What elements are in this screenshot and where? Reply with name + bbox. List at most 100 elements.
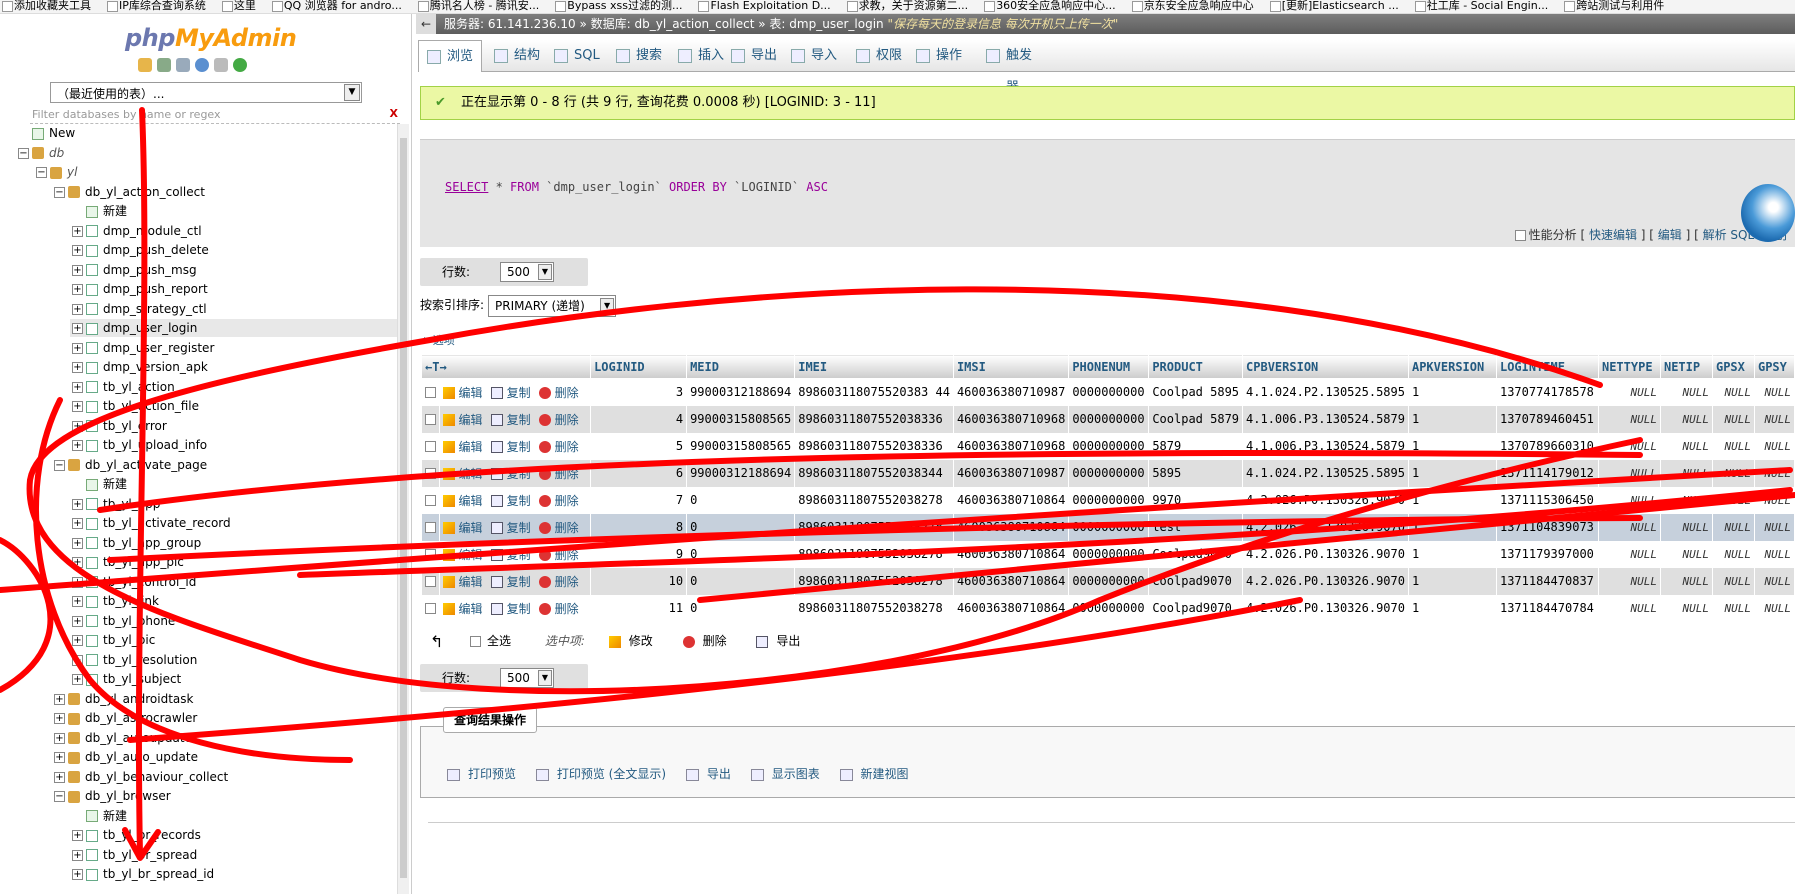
rows-select[interactable]: 500 ▼: [500, 668, 554, 688]
table-cell[interactable]: NULL: [1712, 486, 1755, 514]
collapse-icon[interactable]: −: [18, 147, 29, 159]
collapse-icon[interactable]: −: [54, 459, 65, 471]
bookmark-link[interactable]: IP库综合查询系统: [105, 0, 206, 12]
tab-4[interactable]: 插入: [670, 40, 730, 72]
copy-row-link[interactable]: 复制: [490, 548, 531, 562]
help-icon[interactable]: [195, 58, 209, 72]
table-cell[interactable]: Coolpad9070: [1148, 567, 1244, 595]
table-cell[interactable]: 460036380710864: [953, 567, 1070, 595]
bulk-export-button[interactable]: 导出: [756, 634, 800, 648]
expand-icon[interactable]: +: [54, 771, 65, 783]
table-cell[interactable]: 99000312188694: [686, 378, 796, 406]
collapse-icon[interactable]: −: [36, 167, 47, 178]
display-chart-link[interactable]: 显示图表: [750, 767, 820, 781]
tree-item-label[interactable]: tb_yl_link: [103, 594, 159, 608]
table-cell[interactable]: test: [1148, 513, 1244, 541]
table-cell[interactable]: NULL: [1660, 486, 1713, 514]
column-header[interactable]: MEID: [686, 354, 796, 379]
table-cell[interactable]: 99000315808565: [686, 405, 796, 433]
table-cell[interactable]: 1: [1408, 486, 1497, 514]
tree-item-label[interactable]: New: [49, 126, 75, 140]
tree-item-label[interactable]: tb_yl_br_spread: [103, 848, 197, 862]
table-cell[interactable]: 5879: [1148, 432, 1244, 460]
table-cell[interactable]: 1: [1408, 405, 1497, 433]
tree-item-label[interactable]: db_yl_action_collect: [85, 185, 205, 199]
table-cell[interactable]: 0000000000: [1068, 378, 1150, 406]
edit-row-link[interactable]: 编辑: [442, 386, 483, 400]
expand-icon[interactable]: +: [72, 264, 83, 276]
expand-icon[interactable]: +: [72, 323, 83, 334]
edit-row-link[interactable]: 编辑: [442, 548, 483, 562]
table-cell[interactable]: 9970: [1148, 486, 1244, 514]
column-header[interactable]: PHONENUM: [1068, 354, 1150, 379]
table-cell[interactable]: 0000000000: [1068, 405, 1150, 433]
table-cell[interactable]: 0000000000: [1068, 459, 1150, 487]
tab-0[interactable]: 浏览: [418, 40, 482, 72]
tree-item-label[interactable]: tb_yl_resolution: [103, 653, 197, 667]
tree-item-label[interactable]: tb_yl_action: [103, 380, 175, 394]
tab-7[interactable]: 权限: [848, 40, 908, 72]
tree-item[interactable]: − db: [18, 144, 64, 162]
edit-sql-link[interactable]: 编辑: [1658, 228, 1682, 242]
column-header[interactable]: CPBVERSION: [1242, 354, 1409, 379]
table-cell[interactable]: 99000315808565: [686, 432, 796, 460]
table-cell[interactable]: 460036380710864: [953, 513, 1070, 541]
expand-icon[interactable]: +: [72, 869, 83, 880]
table-cell[interactable]: 89860311807552038336: [794, 432, 954, 460]
delete-row-link[interactable]: 删除: [538, 386, 579, 400]
expand-icon[interactable]: +: [72, 381, 83, 393]
tree-item-label[interactable]: dmp_module_ctl: [103, 224, 202, 238]
tree-item[interactable]: + dmp_version_apk: [72, 358, 208, 376]
tree-item-label[interactable]: yl: [67, 165, 77, 179]
bookmark-link[interactable]: 360安全应急响应中心...: [982, 0, 1116, 12]
expand-icon[interactable]: +: [72, 849, 83, 861]
table-cell[interactable]: NULL: [1660, 513, 1713, 541]
tree-item[interactable]: + tb_yl_phone: [72, 612, 175, 630]
table-cell[interactable]: 4: [590, 405, 688, 433]
column-header[interactable]: NETIP: [1659, 354, 1713, 379]
breadcrumb-table[interactable]: dmp_user_login: [789, 17, 883, 31]
tree-item[interactable]: + tb_yl_error: [72, 417, 167, 435]
table-cell[interactable]: 0: [686, 567, 796, 595]
tree-item[interactable]: + tb_yl_br_records: [72, 826, 201, 844]
table-cell[interactable]: 4.2.026.P0.130326.9070: [1242, 594, 1409, 622]
table-cell[interactable]: 0000000000: [1068, 540, 1150, 568]
tree-item[interactable]: + tb_yl_app_pic: [72, 553, 184, 571]
tree-item-label[interactable]: 新建: [103, 477, 127, 491]
expand-icon[interactable]: +: [72, 635, 83, 646]
table-cell[interactable]: 1371114179012: [1496, 459, 1599, 487]
tree-item-label[interactable]: db_yl_activate_page: [85, 458, 207, 472]
expand-icon[interactable]: +: [72, 401, 83, 412]
table-cell[interactable]: 1: [1408, 432, 1497, 460]
tree-item-label[interactable]: db_yl_behaviour_collect: [85, 770, 228, 784]
edit-row-link[interactable]: 编辑: [442, 521, 483, 535]
tab-6[interactable]: 导入: [783, 40, 843, 72]
table-cell[interactable]: 0000000000: [1068, 513, 1150, 541]
tree-item[interactable]: + tb_yl_upload_info: [72, 436, 207, 454]
table-cell[interactable]: 0: [686, 513, 796, 541]
bookmark-link[interactable]: 求教，关于资源第二...: [845, 0, 968, 12]
bookmark-link[interactable]: 腾讯名人榜 - 腾讯安...: [416, 0, 539, 12]
tree-item[interactable]: + tb_yl_br_spread: [72, 846, 197, 864]
tree-item[interactable]: + db_yl_autoupdate: [54, 729, 192, 747]
bookmark-link[interactable]: [更新]Elasticsearch ...: [1268, 0, 1399, 12]
table-cell[interactable]: 1: [1408, 513, 1497, 541]
expand-icon[interactable]: +: [72, 518, 83, 529]
sort-index-select[interactable]: PRIMARY (递增) ▼: [488, 294, 617, 317]
tree-item-label[interactable]: tb_yl_error: [103, 419, 167, 433]
table-cell[interactable]: 1371179397000: [1496, 540, 1599, 568]
table-cell[interactable]: NULL: [1712, 594, 1755, 622]
database-filter-input[interactable]: Filter databases by name or regex X: [30, 106, 400, 124]
table-cell[interactable]: NULL: [1754, 459, 1795, 487]
delete-row-link[interactable]: 删除: [538, 413, 579, 427]
table-cell[interactable]: NULL: [1598, 513, 1661, 541]
table-cell[interactable]: 4.1.024.P2.130525.5895: [1242, 459, 1409, 487]
table-cell[interactable]: Coolpad9070: [1148, 594, 1244, 622]
tree-item[interactable]: + tb_yl_pic: [72, 631, 155, 649]
expand-icon[interactable]: +: [72, 284, 83, 295]
table-cell[interactable]: NULL: [1754, 513, 1795, 541]
table-cell[interactable]: 1370789660310: [1496, 432, 1599, 460]
row-checkbox[interactable]: [424, 495, 436, 506]
table-cell[interactable]: 5: [590, 432, 688, 460]
copy-row-link[interactable]: 复制: [490, 602, 531, 616]
